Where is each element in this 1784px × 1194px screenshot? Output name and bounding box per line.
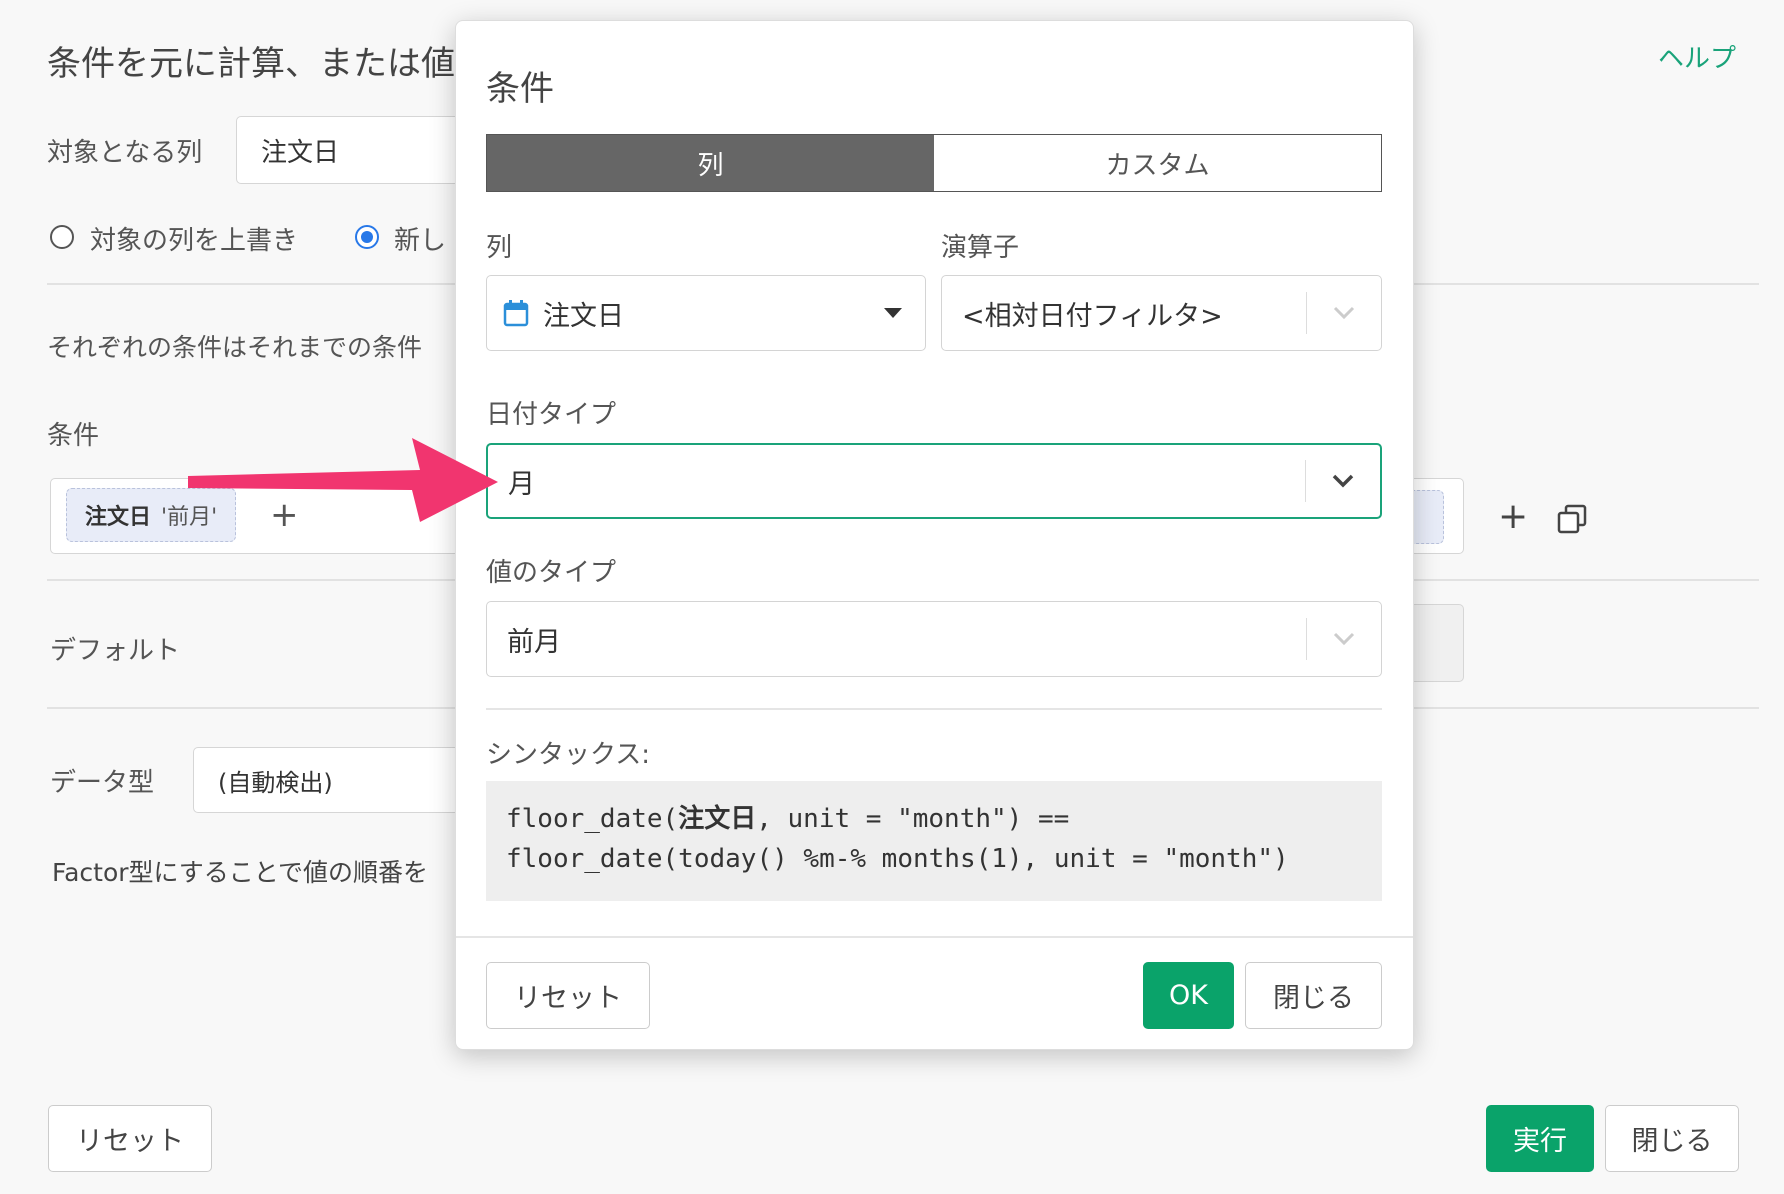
date-type-select-value: 月 (508, 468, 535, 500)
mode-tabs: 列 カスタム (486, 134, 1382, 192)
modal-title: 条件 (486, 69, 554, 109)
operator-label: 演算子 (941, 233, 1020, 263)
date-type-label: 日付タイプ (486, 400, 617, 430)
modal-close-button[interactable]: 閉じる (1245, 962, 1382, 1029)
run-button[interactable]: 実行 (1486, 1105, 1594, 1172)
help-link[interactable]: ヘルプ (1658, 38, 1736, 75)
condition-modal: 条件 列 カスタム 列 演算子 注文日 <相対日付フィルタ> 日付タイプ 月 値… (455, 20, 1414, 1050)
reset-button[interactable]: リセット (48, 1105, 212, 1172)
value-type-label: 値のタイプ (486, 558, 617, 588)
tab-custom[interactable]: カスタム (934, 135, 1381, 191)
conditions-label: 条件 (47, 421, 100, 451)
description-text: それぞれの条件はそれまでの条件 (47, 333, 423, 362)
radio-new-label: 新し (394, 226, 447, 256)
default-label: デフォルト (50, 636, 181, 666)
tab-column[interactable]: 列 (487, 135, 934, 191)
divider (456, 936, 1413, 938)
copy-icon[interactable] (1557, 504, 1587, 538)
chevron-down-icon (1307, 632, 1381, 646)
divider (486, 708, 1382, 710)
datatype-value: (自動検出) (218, 768, 333, 797)
column-select[interactable]: 注文日 (486, 275, 926, 351)
syntax-code: floor_date(注文日, unit = "month") == floor… (486, 781, 1382, 901)
column-label: 列 (486, 233, 513, 263)
datatype-select[interactable]: (自動検出) (193, 747, 483, 813)
caret-down-icon (861, 308, 925, 318)
radio-overwrite[interactable] (50, 225, 74, 249)
factor-note: Factor型にすることで値の順番を (52, 858, 429, 887)
radio-new-column[interactable] (355, 225, 379, 249)
condition-chip-right[interactable] (1412, 490, 1444, 544)
target-column-value: 注文日 (261, 137, 340, 168)
syntax-text: floor_date( (506, 804, 679, 834)
chevron-down-icon (1307, 306, 1381, 320)
operator-select-value: <相対日付フィルタ> (962, 300, 1223, 332)
syntax-column: 注文日 (678, 804, 757, 834)
target-column-select[interactable]: 注文日 (236, 116, 476, 184)
syntax-text: floor_date(today() %m-% months(1), unit … (506, 844, 1289, 874)
chevron-down-icon (1306, 474, 1380, 488)
date-type-select[interactable]: 月 (486, 443, 1382, 519)
calendar-icon (487, 299, 529, 327)
value-type-select[interactable]: 前月 (486, 601, 1382, 677)
syntax-text: , unit = "month") == (756, 804, 1070, 834)
operator-select[interactable]: <相対日付フィルタ> (941, 275, 1382, 351)
condition-chip-column: 注文日 (85, 505, 152, 530)
syntax-label: シンタックス: (486, 740, 650, 770)
datatype-label: データ型 (50, 768, 155, 798)
target-column-label: 対象となる列 (47, 138, 203, 168)
annotation-arrow-icon (188, 438, 498, 522)
close-button[interactable]: 閉じる (1605, 1105, 1739, 1172)
value-type-select-value: 前月 (507, 626, 561, 658)
background-title: 条件を元に計算、または値 (47, 44, 455, 84)
ok-button[interactable]: OK (1143, 962, 1234, 1029)
column-select-value: 注文日 (543, 300, 624, 332)
radio-overwrite-label: 対象の列を上書き (90, 226, 299, 256)
add-row-button[interactable]: + (1498, 496, 1528, 537)
modal-reset-button[interactable]: リセット (486, 962, 650, 1029)
